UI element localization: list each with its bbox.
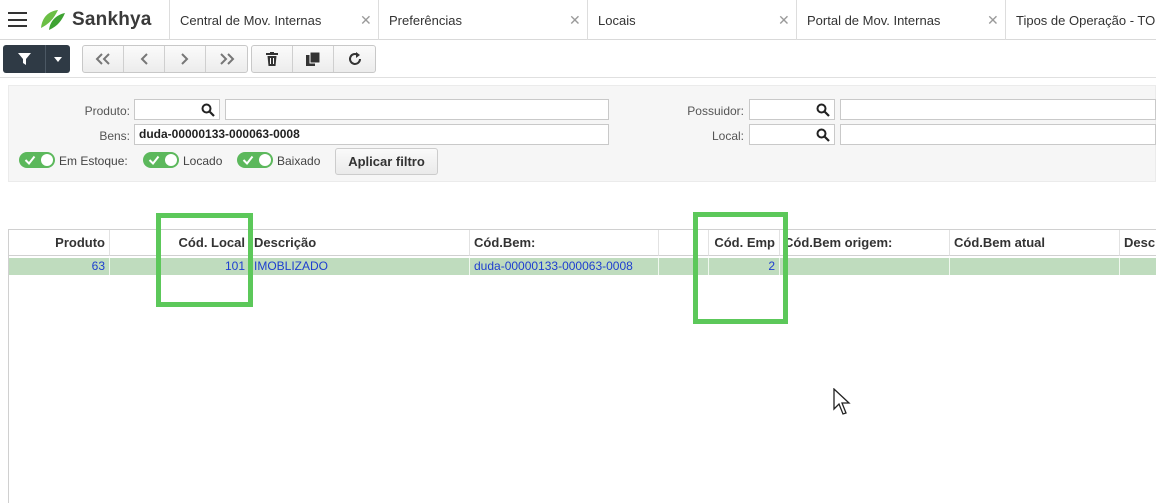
local-label: Local: [711,129,744,143]
chevron-right-icon [181,53,189,65]
cell-blank [110,258,160,275]
local-code-input[interactable] [749,124,835,145]
cell-descricao: IMOBLIZADO [250,258,470,275]
delete-button[interactable] [252,46,293,72]
column-header-cod-bem-origem[interactable]: Cód.Bem origem: [780,230,950,256]
highlight-box-cod-local [156,213,253,307]
refresh-icon [348,52,361,65]
brand-name: Sankhya [72,9,152,30]
first-record-button[interactable] [83,46,124,72]
cell-cod-bem-atual [950,258,1120,275]
check-icon [24,155,36,166]
close-icon[interactable]: ✕ [569,12,581,29]
toggle-knob [165,154,177,166]
double-chevron-right-icon [219,53,234,65]
search-icon [816,128,830,142]
duplicate-button[interactable] [293,46,334,72]
bens-label: Bens: [99,129,130,143]
locado-label: Locado [183,154,223,168]
tab-preferencias[interactable]: Preferências [378,0,578,40]
caret-down-icon[interactable] [46,45,70,73]
possuidor-description-input[interactable] [840,99,1156,120]
column-header-descricao[interactable]: Descrição [250,230,470,256]
trash-icon [266,52,278,66]
refresh-button[interactable] [334,46,375,72]
cell-produto: 63 [9,258,110,275]
cell-cod-bem: duda-00000133-000063-0008 [470,258,659,275]
sankhya-leaf-icon [41,10,65,30]
toggle-knob [41,154,53,166]
close-icon[interactable]: ✕ [987,12,999,29]
possuidor-code-input[interactable] [749,99,835,120]
filter-icon [3,45,46,73]
column-header-descr[interactable]: Descr [1120,230,1156,256]
tab-tipos-operacao[interactable]: Tipos de Operação - TOP [1005,0,1156,40]
chevron-left-icon [140,53,148,65]
bens-input[interactable]: duda-00000133-000063-0008 [134,124,609,145]
search-icon [201,103,215,117]
tab-label: Portal de Mov. Internas [807,12,941,28]
em-estoque-toggle[interactable] [19,152,55,168]
toggle-knob [259,154,271,166]
filter-button[interactable] [3,45,70,73]
column-header-blank[interactable] [110,230,160,256]
em-estoque-label: Em Estoque: [59,154,128,168]
baixado-label: Baixado [277,154,321,168]
tab-label: Preferências [389,12,462,28]
produto-description-input[interactable] [225,99,609,120]
toolbar [0,40,1156,78]
sankhya-logo[interactable]: Sankhya [38,8,152,32]
highlight-box-cod-emp [693,212,788,324]
check-icon [242,155,254,166]
double-chevron-left-icon [95,53,110,65]
previous-record-button[interactable] [124,46,165,72]
last-record-button[interactable] [206,46,247,72]
copy-icon [306,52,320,66]
baixado-toggle[interactable] [237,152,273,168]
navigation-group [82,45,248,73]
tab-label: Locais [598,12,636,28]
next-record-button[interactable] [165,46,206,72]
cell-descr [1120,258,1156,275]
top-bar: Sankhya Central de Mov. Internas ✕ Prefe… [0,0,1156,40]
check-icon [148,155,160,166]
bens-value: duda-00000133-000063-0008 [139,127,300,141]
mouse-pointer-icon [833,388,851,415]
produto-code-input[interactable] [134,99,220,120]
tab-locais[interactable]: Locais [587,0,787,40]
apply-filter-button[interactable]: Aplicar filtro [335,148,438,175]
tab-label: Tipos de Operação - TOP [1016,12,1156,28]
locado-toggle[interactable] [143,152,179,168]
column-header-produto[interactable]: Produto [9,230,110,256]
cell-cod-bem-origem [780,258,950,275]
produto-label: Produto: [84,104,130,118]
tab-central-mov-internas[interactable]: Central de Mov. Internas [169,0,369,40]
column-header-cod-bem[interactable]: Cód.Bem: [470,230,659,256]
action-group [251,45,376,73]
possuidor-label: Possuidor: [687,104,744,118]
search-icon [816,103,830,117]
tab-label: Central de Mov. Internas [180,12,322,28]
menu-icon[interactable] [8,12,27,27]
close-icon[interactable]: ✕ [360,12,372,29]
close-icon[interactable]: ✕ [778,12,790,29]
column-header-cod-bem-atual[interactable]: Cód.Bem atual [950,230,1120,256]
tab-portal-mov-internas[interactable]: Portal de Mov. Internas [796,0,996,40]
local-description-input[interactable] [840,124,1156,145]
